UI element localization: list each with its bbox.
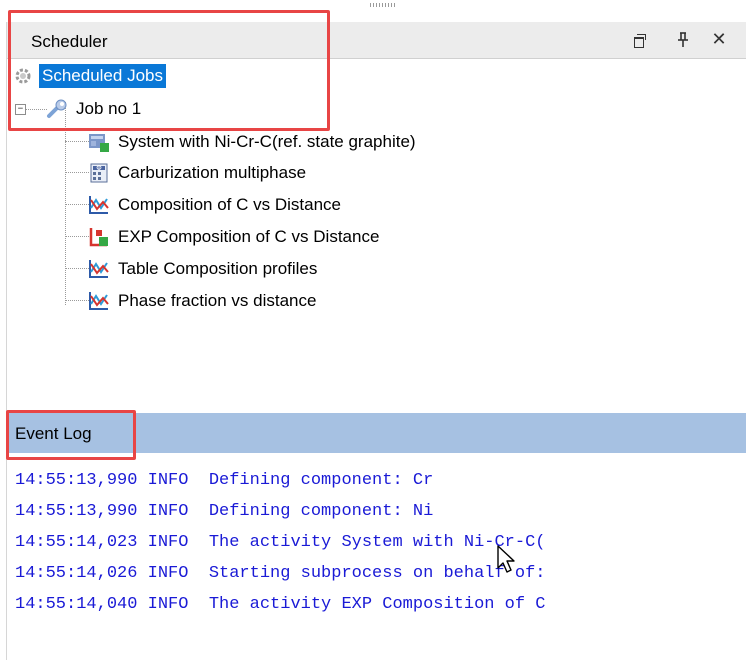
activity-label: Table Composition profiles bbox=[118, 259, 318, 278]
activity-label: EXP Composition of C vs Distance bbox=[118, 227, 380, 246]
svg-text:Φ: Φ bbox=[96, 164, 102, 172]
plot-renderer-icon bbox=[89, 260, 109, 278]
activity-label: Carburization multiphase bbox=[118, 163, 307, 182]
system-definer-icon bbox=[89, 134, 109, 152]
activity-label: Composition of C vs Distance bbox=[118, 195, 341, 214]
experimental-file-icon bbox=[89, 228, 108, 247]
panel-resize-grip[interactable] bbox=[370, 3, 396, 7]
log-line: 14:55:13,990 INFO Defining component: Cr bbox=[15, 471, 434, 490]
restore-window-icon bbox=[634, 34, 646, 48]
highlight-box-scheduler bbox=[8, 10, 330, 131]
log-line: 14:55:14,040 INFO The activity EXP Compo… bbox=[15, 595, 546, 614]
tree-activity[interactable]: Table Composition profiles bbox=[87, 255, 320, 283]
activity-label: Phase fraction vs distance bbox=[118, 291, 317, 310]
plot-renderer-icon bbox=[89, 196, 109, 214]
activity-label: System with Ni-Cr-C(ref. state graphite) bbox=[118, 132, 416, 151]
log-line: 14:55:13,990 INFO Defining component: Ni bbox=[15, 502, 434, 521]
tree-connector bbox=[65, 172, 89, 173]
log-line: 14:55:14,023 INFO The activity System wi… bbox=[15, 533, 546, 552]
log-line: 14:55:14,026 INFO Starting subprocess on… bbox=[15, 564, 546, 583]
plot-renderer-icon bbox=[89, 292, 109, 310]
pin-button[interactable] bbox=[671, 28, 695, 52]
tree-activity[interactable]: Φ Carburization multiphase bbox=[87, 159, 309, 187]
close-icon: ✕ bbox=[711, 29, 727, 50]
tree-activity[interactable]: Composition of C vs Distance bbox=[87, 191, 344, 219]
tree-connector bbox=[65, 204, 89, 205]
tree-connector bbox=[65, 300, 89, 301]
close-button[interactable]: ✕ bbox=[707, 28, 731, 52]
mouse-pointer-icon bbox=[497, 545, 515, 573]
tree-activity[interactable]: System with Ni-Cr-C(ref. state graphite) bbox=[87, 128, 419, 156]
tree-activity[interactable]: Phase fraction vs distance bbox=[87, 287, 319, 315]
event-log-lines: 14:55:13,990 INFO Defining component: Cr… bbox=[15, 465, 546, 620]
tree-connector bbox=[65, 236, 89, 237]
pin-icon bbox=[678, 32, 688, 47]
diffusion-calculator-icon: Φ bbox=[90, 163, 108, 183]
highlight-box-event-log bbox=[6, 410, 136, 460]
tree-activity[interactable]: EXP Composition of C vs Distance bbox=[87, 223, 382, 251]
tree-connector bbox=[65, 268, 89, 269]
restore-button[interactable] bbox=[628, 28, 652, 52]
tree-connector bbox=[65, 141, 89, 142]
